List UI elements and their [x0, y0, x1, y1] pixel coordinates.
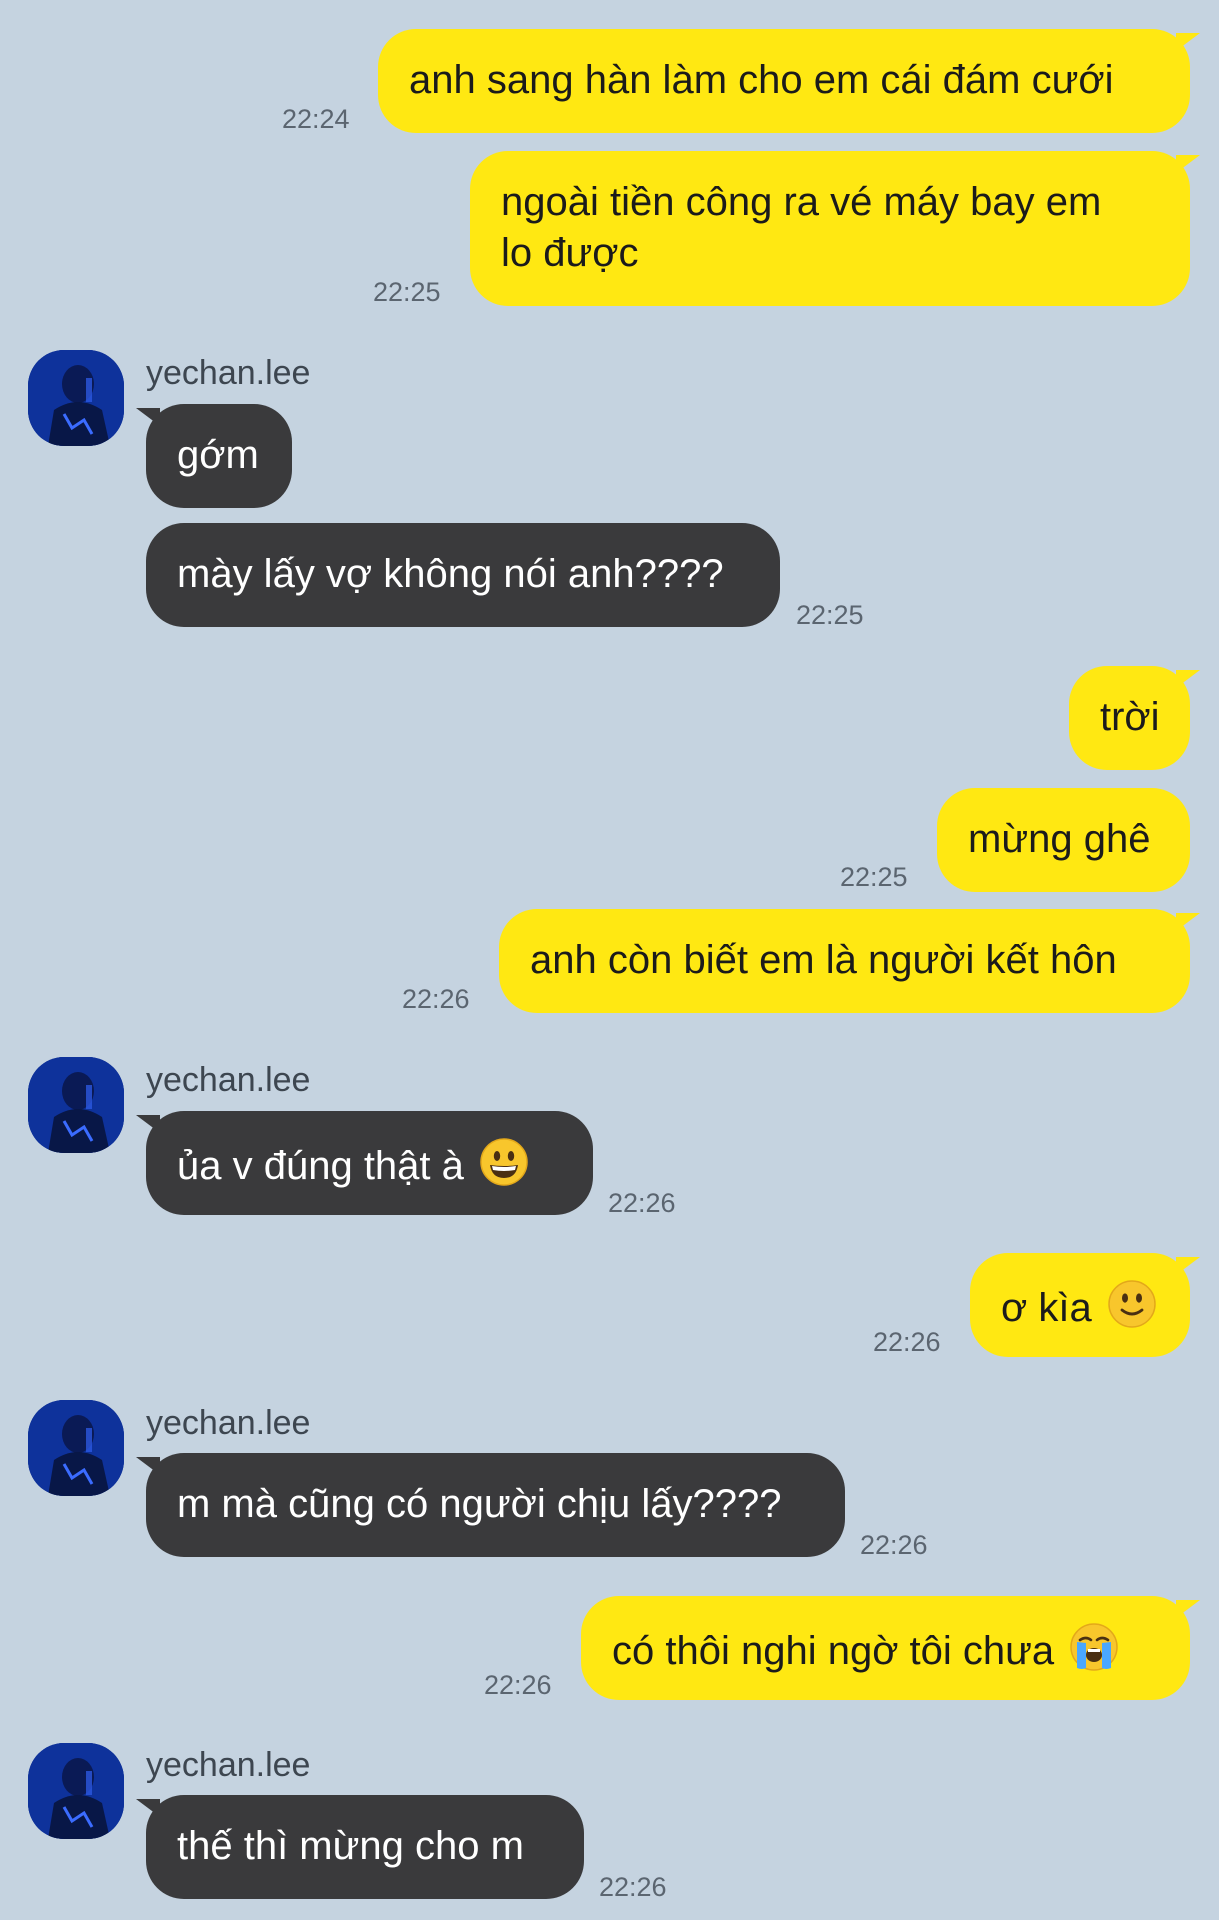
sender-name: yechan.lee	[146, 1746, 311, 1784]
loudly-crying-face-emoji	[1069, 1622, 1119, 1685]
message-timestamp: 22:25	[840, 862, 908, 892]
message-timestamp: 22:26	[608, 1188, 676, 1218]
message-timestamp: 22:26	[860, 1530, 928, 1560]
outgoing-message-bubble[interactable]: anh sang hàn làm cho em cái đám cưới	[378, 29, 1200, 133]
outgoing-message-bubble[interactable]: ơ kìa	[970, 1253, 1200, 1357]
message-timestamp: 22:24	[282, 104, 350, 134]
incoming-message-bubble[interactable]: m mà cũng có người chịu lấy????	[136, 1453, 845, 1557]
message-text: ủa v đúng thật à	[177, 1144, 464, 1188]
incoming-message-bubble[interactable]: mày lấy vợ không nói anh????	[146, 523, 780, 627]
outgoing-message-bubble[interactable]: ngoài tiền công ra vé máy bay em lo được	[470, 151, 1200, 306]
message-timestamp: 22:26	[873, 1327, 941, 1357]
message-text-line: lo được	[501, 231, 639, 275]
message-timestamp: 22:25	[796, 600, 864, 630]
message-text: mày lấy vợ không nói anh????	[177, 552, 724, 596]
message-timestamp: 22:25	[373, 277, 441, 307]
avatar-photo	[28, 1743, 124, 1839]
avatar-photo	[28, 1400, 124, 1496]
avatar[interactable]	[28, 350, 124, 446]
message-timestamp: 22:26	[484, 1670, 552, 1700]
sender-name: yechan.lee	[146, 354, 311, 392]
sender-name: yechan.lee	[146, 1404, 311, 1442]
message-text: anh còn biết em là người kết hôn	[530, 938, 1117, 982]
outgoing-message-bubble[interactable]: mừng ghê	[937, 788, 1190, 892]
message-text: m mà cũng có người chịu lấy????	[177, 1482, 782, 1526]
grinning-face-emoji	[479, 1137, 529, 1200]
message-text-line: ngoài tiền công ra vé máy bay em	[501, 180, 1102, 224]
message-timestamp: 22:26	[402, 984, 470, 1014]
avatar-photo	[28, 350, 124, 446]
chat-message-list[interactable]: 22:24 anh sang hàn làm cho em cái đám cư…	[0, 0, 1219, 1920]
incoming-message-bubble[interactable]: thế thì mừng cho m	[136, 1795, 584, 1899]
message-text: anh sang hàn làm cho em cái đám cưới	[409, 58, 1114, 102]
slightly-smiling-face-emoji	[1107, 1279, 1157, 1342]
outgoing-message-bubble[interactable]: anh còn biết em là người kết hôn	[499, 909, 1200, 1013]
avatar[interactable]	[28, 1743, 124, 1839]
message-text: có thôi nghi ngờ tôi chưa	[612, 1629, 1055, 1673]
outgoing-message-bubble[interactable]: có thôi nghi ngờ tôi chưa	[581, 1596, 1200, 1700]
sender-name: yechan.lee	[146, 1061, 311, 1099]
message-text: mừng ghê	[968, 817, 1151, 861]
avatar[interactable]	[28, 1057, 124, 1153]
message-timestamp: 22:26	[599, 1872, 667, 1902]
message-text: thế thì mừng cho m	[177, 1824, 524, 1868]
incoming-message-bubble[interactable]: gớm	[136, 404, 292, 508]
message-text: ơ kìa	[1001, 1286, 1092, 1330]
message-text: gớm	[177, 433, 259, 477]
outgoing-message-bubble[interactable]: trời	[1069, 666, 1200, 770]
incoming-message-bubble[interactable]: ủa v đúng thật à	[136, 1111, 593, 1215]
avatar[interactable]	[28, 1400, 124, 1496]
avatar-photo	[28, 1057, 124, 1153]
message-text: trời	[1100, 695, 1160, 739]
